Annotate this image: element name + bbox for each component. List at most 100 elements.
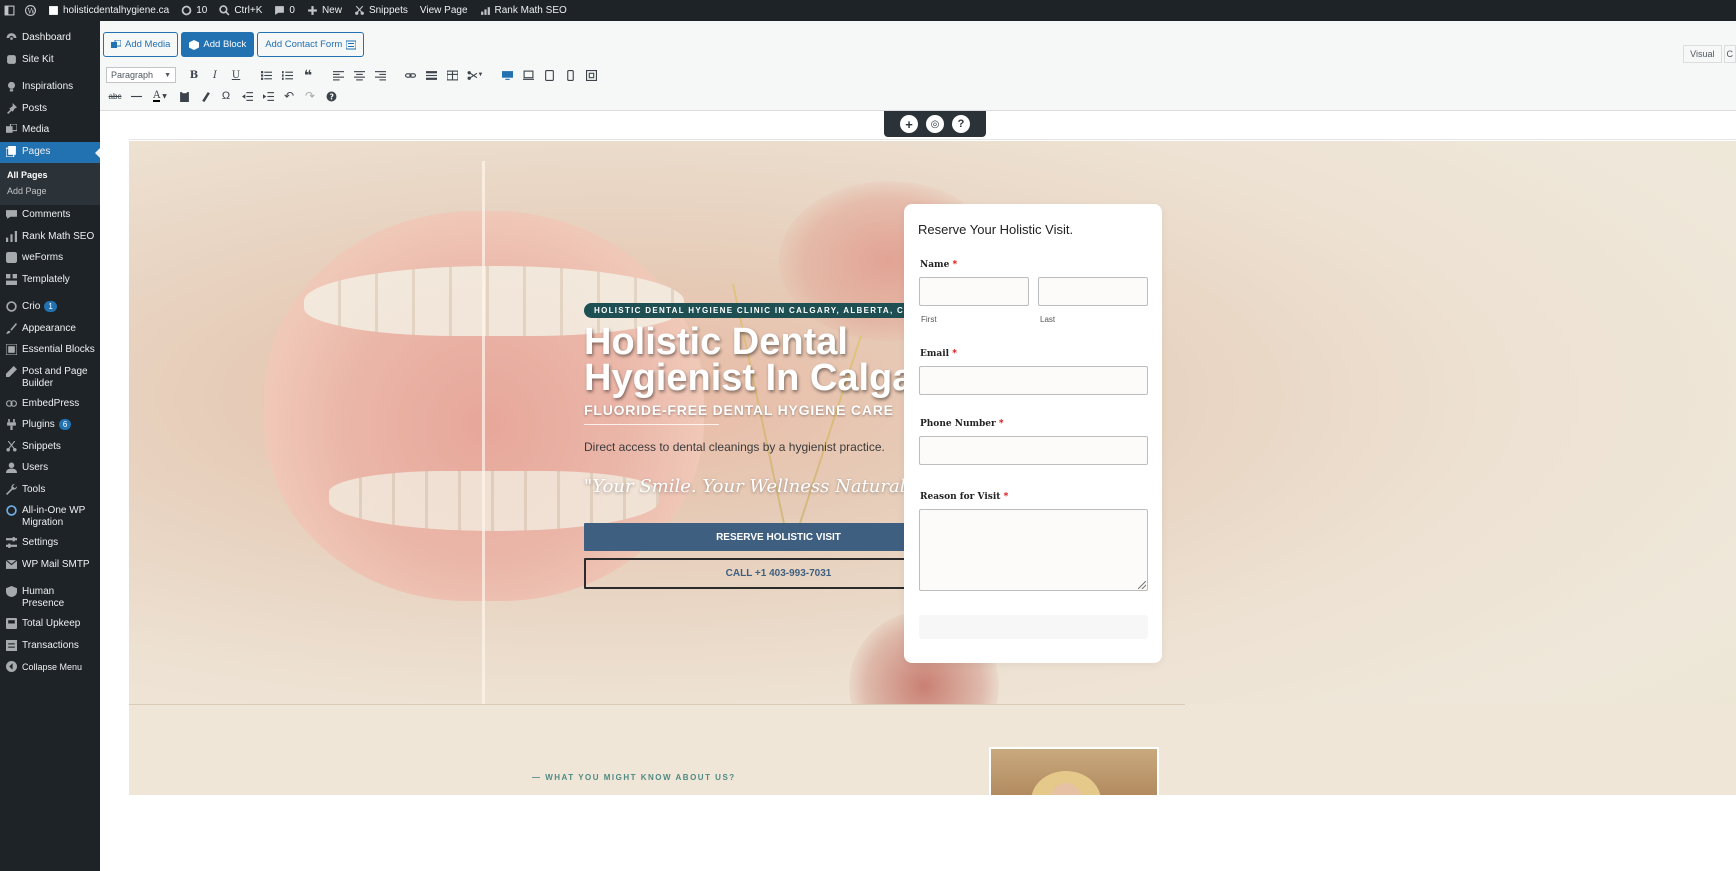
sidebar-item-crio[interactable]: Crio 1 (0, 297, 100, 319)
hero-section[interactable]: HOLISTIC DENTAL HYGIENE CLINIC IN CALGAR… (129, 141, 1736, 780)
sidebar-item-all-in-one-wp-migration[interactable]: All-in-One WP Migration (0, 501, 100, 533)
sidebar-item-users[interactable]: Users (0, 458, 100, 480)
undo-icon[interactable]: ↶ (280, 87, 298, 105)
align-center-icon[interactable] (350, 66, 368, 84)
sidebar-item-dashboard[interactable]: Dashboard (0, 28, 100, 50)
wp-logo[interactable]: W (19, 0, 42, 21)
sidebar-item-appearance[interactable]: Appearance (0, 319, 100, 341)
sidebar-item-collapse-menu[interactable]: Collapse Menu (0, 657, 100, 679)
desktop-view-icon[interactable] (498, 66, 516, 84)
submenu-all-pages[interactable]: All Pages (0, 167, 100, 183)
sidebar-item-inspirations[interactable]: Inspirations (0, 77, 100, 99)
read-more-icon[interactable] (422, 66, 440, 84)
sidebar-item-rank-math-seo[interactable]: Rank Math SEO (0, 227, 100, 249)
tablet-view-icon[interactable] (540, 66, 558, 84)
resize-handle-icon[interactable] (1138, 581, 1146, 589)
align-right-icon[interactable] (371, 66, 389, 84)
sidebar-item-post-and-page-builder[interactable]: Post and Page Builder (0, 362, 100, 394)
admin-bar-updates[interactable]: 10 (175, 0, 213, 21)
admin-bar-rank-math[interactable]: Rank Math SEO (474, 0, 573, 21)
table-icon[interactable] (443, 66, 461, 84)
library-icon[interactable]: ◎ (926, 115, 944, 133)
admin-bar-snippets[interactable]: Snippets (348, 0, 414, 21)
sidebar-item-tools[interactable]: Tools (0, 480, 100, 502)
first-name-input[interactable] (919, 277, 1029, 306)
sidebar-item-essential-blocks[interactable]: Essential Blocks (0, 340, 100, 362)
sidebar-item-label: Rank Math SEO (22, 230, 95, 242)
form-submit-area[interactable] (919, 615, 1148, 639)
updates-icon (181, 5, 192, 16)
mobile-view-icon[interactable] (561, 66, 579, 84)
format-select[interactable]: Paragraph ▼ (106, 67, 176, 83)
fullscreen-icon[interactable] (582, 66, 600, 84)
sidebar-item-comments[interactable]: Comments (0, 205, 100, 227)
clear-formatting-icon[interactable] (196, 87, 214, 105)
special-character-icon[interactable]: Ω (217, 87, 235, 105)
add-section-icon[interactable]: + (900, 115, 918, 133)
underline-icon[interactable]: U (227, 66, 245, 84)
numbered-list-icon[interactable] (278, 66, 296, 84)
scissors-icon (355, 5, 364, 15)
sidebar-item-label: Essential Blocks (22, 344, 95, 355)
italic-icon[interactable]: I (206, 66, 224, 84)
help-icon[interactable]: ? (322, 87, 340, 105)
sidebar-item-settings[interactable]: Settings (0, 533, 100, 555)
laptop-view-icon[interactable] (519, 66, 537, 84)
sidebar-item-media[interactable]: Media (0, 120, 100, 142)
admin-bar-site[interactable]: holisticdentalhygiene.ca (42, 0, 175, 21)
horizontal-line-icon[interactable] (127, 87, 145, 105)
admin-bar: W holisticdentalhygiene.ca 10 Ctrl+K 0 N… (0, 0, 1736, 21)
tab-visual[interactable]: Visual (1683, 45, 1722, 63)
admin-bar-new[interactable]: New (301, 0, 348, 21)
sidebar-item-label: Plugins 6 (22, 419, 72, 431)
link-icon[interactable] (401, 66, 419, 84)
add-contact-form-button[interactable]: Add Contact Form (257, 32, 365, 57)
rank-math-icon (480, 7, 490, 15)
sidebar-item-pages[interactable]: Pages (0, 141, 101, 163)
add-media-button[interactable]: Add Media (103, 32, 179, 57)
about-section[interactable]: — WHAT YOU MIGHT KNOW ABOUT US? (129, 704, 1736, 797)
format-value: Paragraph (111, 70, 154, 80)
settings-icon (6, 537, 17, 548)
blockquote-icon[interactable]: ❝ (299, 66, 317, 84)
help-icon[interactable]: ? (952, 115, 970, 133)
tab-code[interactable]: C (1723, 45, 1736, 63)
align-left-icon[interactable] (329, 66, 347, 84)
sidebar-item-snippets[interactable]: Snippets (0, 437, 100, 459)
mail-icon (5, 559, 18, 570)
sidebar-item-weforms[interactable]: weForms (0, 248, 100, 270)
admin-bar-search[interactable]: Ctrl+K (213, 0, 268, 21)
sidebar-item-posts[interactable]: Posts (0, 99, 100, 121)
phone-input[interactable] (919, 436, 1148, 465)
bullet-list-icon[interactable] (257, 66, 275, 84)
strikethrough-icon[interactable]: abc (106, 87, 124, 105)
sidebar-item-wp-mail-smtp[interactable]: WP Mail SMTP (0, 555, 100, 577)
sidebar-item-embedpress[interactable]: EmbedPress (0, 394, 100, 416)
add-block-label: Add Block (203, 39, 247, 50)
sidebar-item-plugins[interactable]: Plugins 6 (0, 415, 100, 437)
editor-canvas[interactable]: + ◎ ? HOLISTIC DENTAL HYGIENE CLINIC IN … (100, 111, 1736, 871)
submenu-add-page[interactable]: Add Page (0, 183, 100, 199)
sidebar-item-templately[interactable]: Templately (0, 270, 100, 292)
add-block-button[interactable]: Add Block (181, 32, 255, 57)
outdent-icon[interactable] (238, 87, 256, 105)
sidebar-item-human-presence[interactable]: Human Presence (0, 582, 100, 614)
reason-textarea[interactable] (919, 509, 1148, 591)
scissors-icon[interactable]: ▼ (464, 66, 486, 84)
text-color-icon[interactable]: A ▼ (148, 87, 172, 105)
bold-icon[interactable]: B (185, 66, 203, 84)
sidebar-item-total-upkeep[interactable]: Total Upkeep (0, 614, 100, 636)
pencil-icon (6, 365, 17, 377)
paste-text-icon[interactable] (175, 87, 193, 105)
redo-icon[interactable]: ↷ (301, 87, 319, 105)
templately-icon (6, 273, 17, 285)
admin-bar-collapse[interactable] (0, 0, 19, 21)
admin-bar-view-page[interactable]: View Page (414, 0, 474, 21)
email-input[interactable] (919, 366, 1148, 395)
sidebar-item-transactions[interactable]: Transactions (0, 636, 100, 658)
new-label: New (321, 5, 342, 16)
sidebar-item-site-kit[interactable]: Site Kit (0, 50, 100, 72)
admin-bar-comments[interactable]: 0 (268, 0, 301, 21)
indent-icon[interactable] (259, 87, 277, 105)
last-name-input[interactable] (1038, 277, 1148, 306)
